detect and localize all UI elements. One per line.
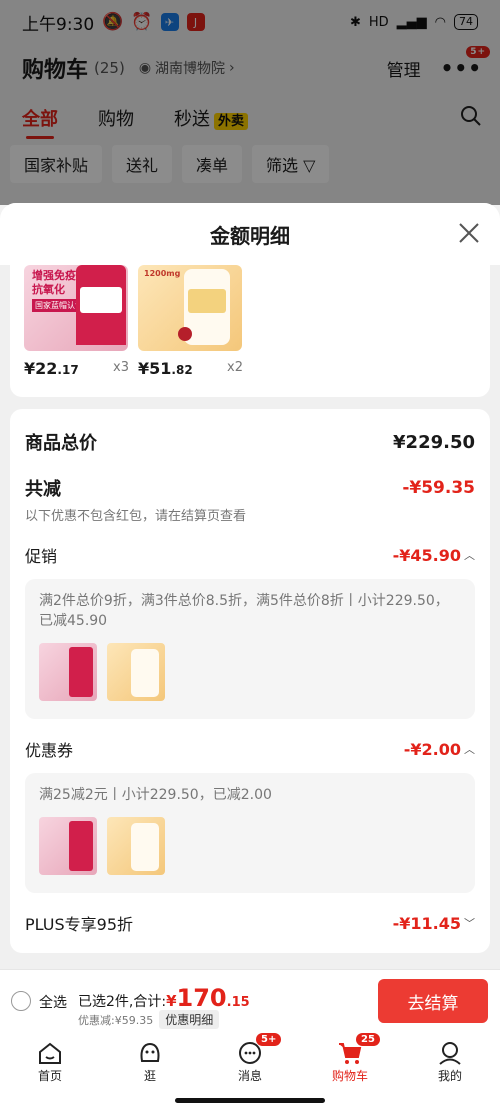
promo-thumbs [39, 643, 461, 701]
profile-icon [439, 1042, 461, 1065]
checkout-bar: 全选 已选2件,合计: ¥ 170 .15 优惠减:¥59.35 优惠明细 去结… [0, 969, 500, 1031]
total-amount-dec: .15 [226, 995, 250, 1010]
coupon-detail-box: 满25减2元丨小计229.50，已减2.00 [25, 773, 475, 893]
coupon-row[interactable]: 优惠券 -¥2.00 ︿ [25, 737, 475, 761]
discount-summary: 优惠减:¥59.35 优惠明细 [78, 1010, 220, 1029]
plus-label: PLUS专享95折 [25, 915, 133, 934]
coupon-label: 优惠券 [25, 741, 74, 760]
total-amount-int: 170 [176, 984, 227, 1012]
product-list: 增强免疫 抗氧化 国家蓝帽认证 ¥22.17 x3 1200mg ¥51.82 x… [10, 265, 490, 397]
product-image: 增强免疫 抗氧化 国家蓝帽认证 [24, 265, 128, 351]
product-price: ¥22.17 [24, 359, 79, 378]
overlay-dim[interactable] [0, 0, 500, 205]
tab-home-label: 首页 [37, 1069, 62, 1083]
product-thumb [107, 817, 165, 875]
plus-row[interactable]: PLUS专享95折 -¥11.45 ﹀ [25, 911, 475, 935]
sheet-title: 金额明细 [210, 223, 290, 248]
close-icon[interactable] [456, 220, 482, 246]
product-price: ¥51.82 [138, 359, 193, 378]
promo-text: 满2件总价9折，满3件总价8.5折，满5件总价8折丨小计229.50，已减45.… [39, 593, 449, 629]
tab-browse-label: 逛 [143, 1069, 156, 1083]
reduce-value: -¥59.35 [402, 478, 475, 498]
tab-profile-label: 我的 [437, 1069, 462, 1083]
total-row: 商品总价 ¥229.50 [25, 429, 475, 455]
browse-icon [140, 1043, 160, 1062]
coupon-value: -¥2.00 [403, 739, 461, 759]
product-item[interactable]: 1200mg [138, 265, 242, 351]
sheet-header: 金额明细 [0, 203, 500, 265]
discount-amount: 优惠减:¥59.35 [78, 1013, 154, 1027]
product-thumb [39, 643, 97, 701]
cart-badge: 25 [356, 1033, 380, 1046]
chevron-up-icon[interactable]: ︿ [464, 741, 475, 757]
product-item[interactable]: 增强免疫 抗氧化 国家蓝帽认证 [24, 265, 128, 351]
tab-home[interactable]: 首页 [0, 1031, 100, 1111]
reduce-label: 共减 [25, 479, 61, 500]
price-dec: .17 [57, 363, 79, 377]
coupon-text: 满25减2元丨小计229.50，已减2.00 [39, 787, 272, 803]
chevron-down-icon[interactable]: ﹀ [464, 915, 475, 931]
coupon-note: 以下优惠不包含红包，请在结算页查看 [25, 509, 247, 524]
note-row: 以下优惠不包含红包，请在结算页查看 [25, 505, 475, 524]
price-dec: .82 [171, 363, 193, 377]
promo-row[interactable]: 促销 -¥45.90 ︿ [25, 543, 475, 567]
plus-value: -¥11.45 [392, 913, 461, 933]
tab-profile[interactable]: 我的 [400, 1031, 500, 1111]
home-indicator[interactable] [175, 1098, 325, 1103]
tab-messages-label: 消息 [237, 1069, 262, 1083]
product-image: 1200mg [138, 265, 242, 351]
select-all-label[interactable]: 全选 [39, 992, 67, 1012]
chevron-up-icon[interactable]: ︿ [464, 547, 475, 563]
product-thumb [107, 643, 165, 701]
product-thumb [39, 817, 97, 875]
coupon-thumbs [39, 817, 461, 875]
promo-detail-box: 满2件总价9折，满3件总价8.5折，满5件总价8折丨小计229.50，已减45.… [25, 579, 475, 719]
messages-badge: 5+ [256, 1033, 282, 1046]
amount-detail-card: 商品总价 ¥229.50 共减 -¥59.35 以下优惠不包含红包，请在结算页查… [10, 409, 490, 953]
total-currency: ¥ [166, 992, 177, 1010]
tab-cart-label: 购物车 [331, 1069, 368, 1083]
promo-value: -¥45.90 [392, 545, 461, 565]
select-all-checkbox[interactable] [11, 991, 31, 1011]
total-summary: 已选2件,合计: ¥ 170 .15 [78, 984, 250, 1012]
price-int: ¥22 [24, 359, 58, 378]
promo-label: 促销 [25, 547, 58, 566]
product-qty: x3 [113, 360, 129, 375]
product-qty: x2 [227, 360, 243, 375]
price-int: ¥51 [138, 359, 172, 378]
total-label: 商品总价 [25, 433, 97, 454]
checkout-button[interactable]: 去结算 [378, 979, 488, 1023]
total-value: ¥229.50 [393, 431, 475, 453]
reduce-row: 共减 -¥59.35 [25, 475, 475, 501]
discount-detail-button[interactable]: 优惠明细 [159, 1010, 220, 1029]
home-icon [39, 1042, 61, 1064]
selected-label: 已选2件,合计: [78, 994, 167, 1010]
